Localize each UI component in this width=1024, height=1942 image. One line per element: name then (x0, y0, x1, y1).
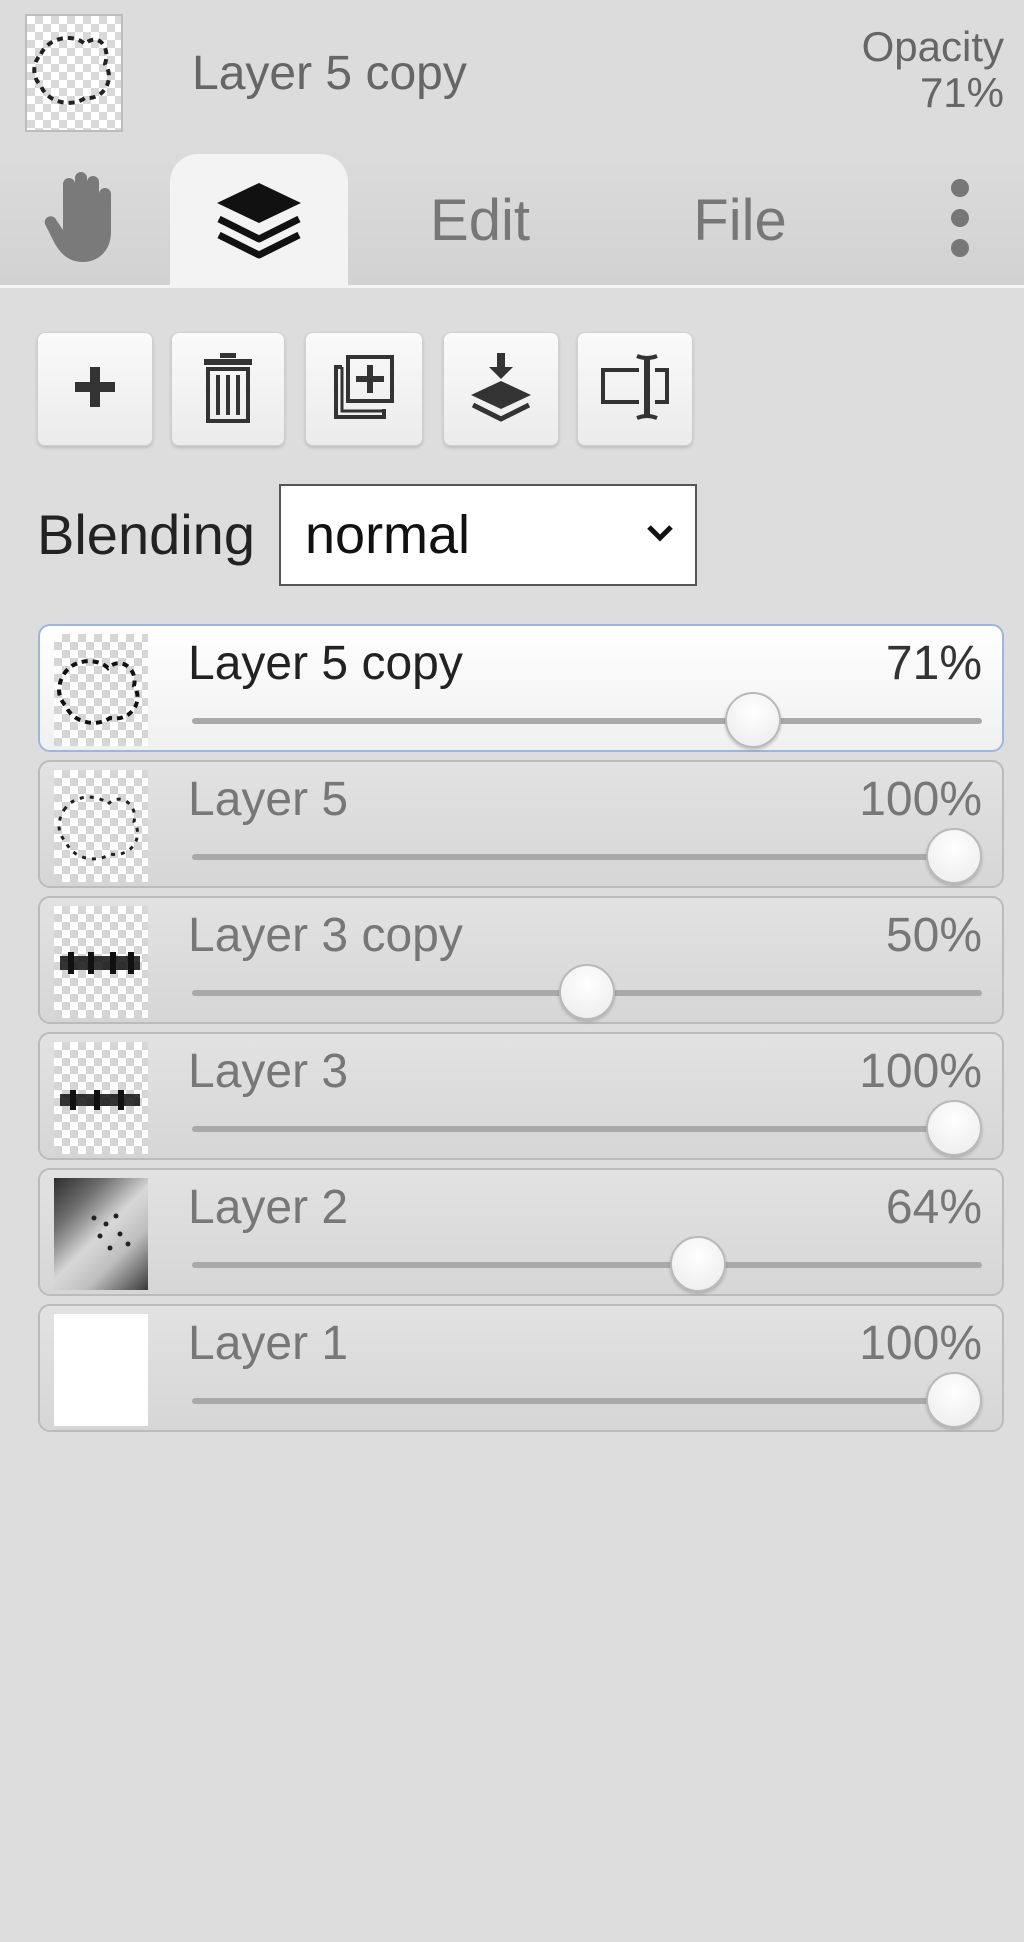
blending-label: Blending (37, 503, 255, 566)
blending-select[interactable]: normal (279, 484, 697, 586)
opacity-slider-track[interactable] (192, 854, 982, 860)
duplicate-icon (332, 353, 396, 426)
layer-row[interactable]: Layer 2 64% (38, 1168, 1004, 1296)
layer-thumbnail (54, 770, 148, 882)
tab-edit-label: Edit (430, 187, 530, 253)
layer-name: Layer 5 (188, 773, 349, 826)
opacity-slider-handle[interactable] (724, 692, 781, 748)
layer-row[interactable]: Layer 5 100% (38, 760, 1004, 888)
opacity-slider-track[interactable] (192, 1126, 982, 1132)
trash-icon (202, 351, 254, 428)
blending-row: Blending normal (37, 484, 737, 586)
layer-thumbnail (54, 906, 148, 1018)
layer-row[interactable]: Layer 3 100% (38, 1032, 1004, 1160)
layer-thumbnail (54, 1042, 148, 1154)
layer-thumbnail (54, 1178, 148, 1290)
layer-thumbnail (54, 1314, 148, 1426)
opacity-slider-handle[interactable] (669, 1236, 726, 1292)
opacity-slider-handle[interactable] (559, 964, 615, 1020)
layer-name: Layer 3 copy (188, 909, 463, 962)
layer-opacity-value: 100% (859, 1317, 982, 1370)
plus-icon (71, 363, 119, 416)
layers-icon (213, 179, 305, 268)
opacity-slider-handle[interactable] (926, 1372, 982, 1428)
layer-row[interactable]: Layer 5 copy 71% (38, 624, 1004, 752)
rename-icon (599, 352, 671, 427)
hand-icon (41, 170, 127, 271)
tab-layers[interactable] (170, 154, 348, 293)
layer-name: Layer 3 (188, 1045, 349, 1098)
layer-thumbnail (54, 634, 148, 746)
layer-opacity-value: 64% (885, 1181, 982, 1234)
layer-row[interactable]: Layer 1 100% (38, 1304, 1004, 1432)
layer-opacity-value: 71% (885, 637, 982, 690)
layer-opacity-value: 100% (859, 773, 982, 826)
tab-hand[interactable] (25, 152, 143, 288)
layer-row[interactable]: Layer 3 copy 50% (38, 896, 1004, 1024)
more-vertical-icon (948, 178, 972, 263)
tab-file-label: File (693, 187, 787, 253)
blending-value: normal (305, 505, 471, 565)
layer-opacity-value: 50% (885, 909, 982, 962)
opacity-slider-track[interactable] (192, 1398, 982, 1404)
layer-name: Layer 1 (188, 1317, 349, 1370)
opacity-slider-handle[interactable] (926, 1100, 982, 1156)
merge-down-button[interactable] (443, 332, 559, 446)
current-layer-name: Layer 5 copy (192, 47, 467, 100)
layers-body: Blending normal Layer 5 copy 71% Layer 5… (0, 288, 1024, 1942)
current-layer-thumbnail (25, 14, 123, 132)
layer-opacity-value: 100% (859, 1045, 982, 1098)
tab-file[interactable]: File (660, 152, 820, 288)
layer-name: Layer 2 (188, 1181, 349, 1234)
opacity-slider-handle[interactable] (926, 828, 982, 884)
rename-layer-button[interactable] (577, 332, 693, 446)
chevron-down-icon (645, 522, 675, 549)
tab-edit[interactable]: Edit (400, 152, 560, 288)
opacity-label: Opacity (861, 23, 1004, 70)
duplicate-layer-button[interactable] (305, 332, 423, 446)
merge-down-icon (469, 351, 533, 428)
tab-bar: Edit File (0, 144, 1024, 293)
opacity-slider-track[interactable] (192, 718, 982, 724)
layers-panel: Layer 5 copy Opacity 71% Edit File Blend… (0, 0, 1024, 1942)
header: Layer 5 copy Opacity 71% (0, 0, 1024, 144)
delete-layer-button[interactable] (171, 332, 285, 446)
layer-name: Layer 5 copy (188, 637, 463, 690)
add-layer-button[interactable] (37, 332, 153, 446)
opacity-value: 71% (919, 69, 1004, 116)
opacity-readout: Opacity 71% (804, 24, 1004, 116)
tab-more[interactable] (930, 152, 990, 288)
opacity-slider-track[interactable] (192, 1262, 982, 1268)
